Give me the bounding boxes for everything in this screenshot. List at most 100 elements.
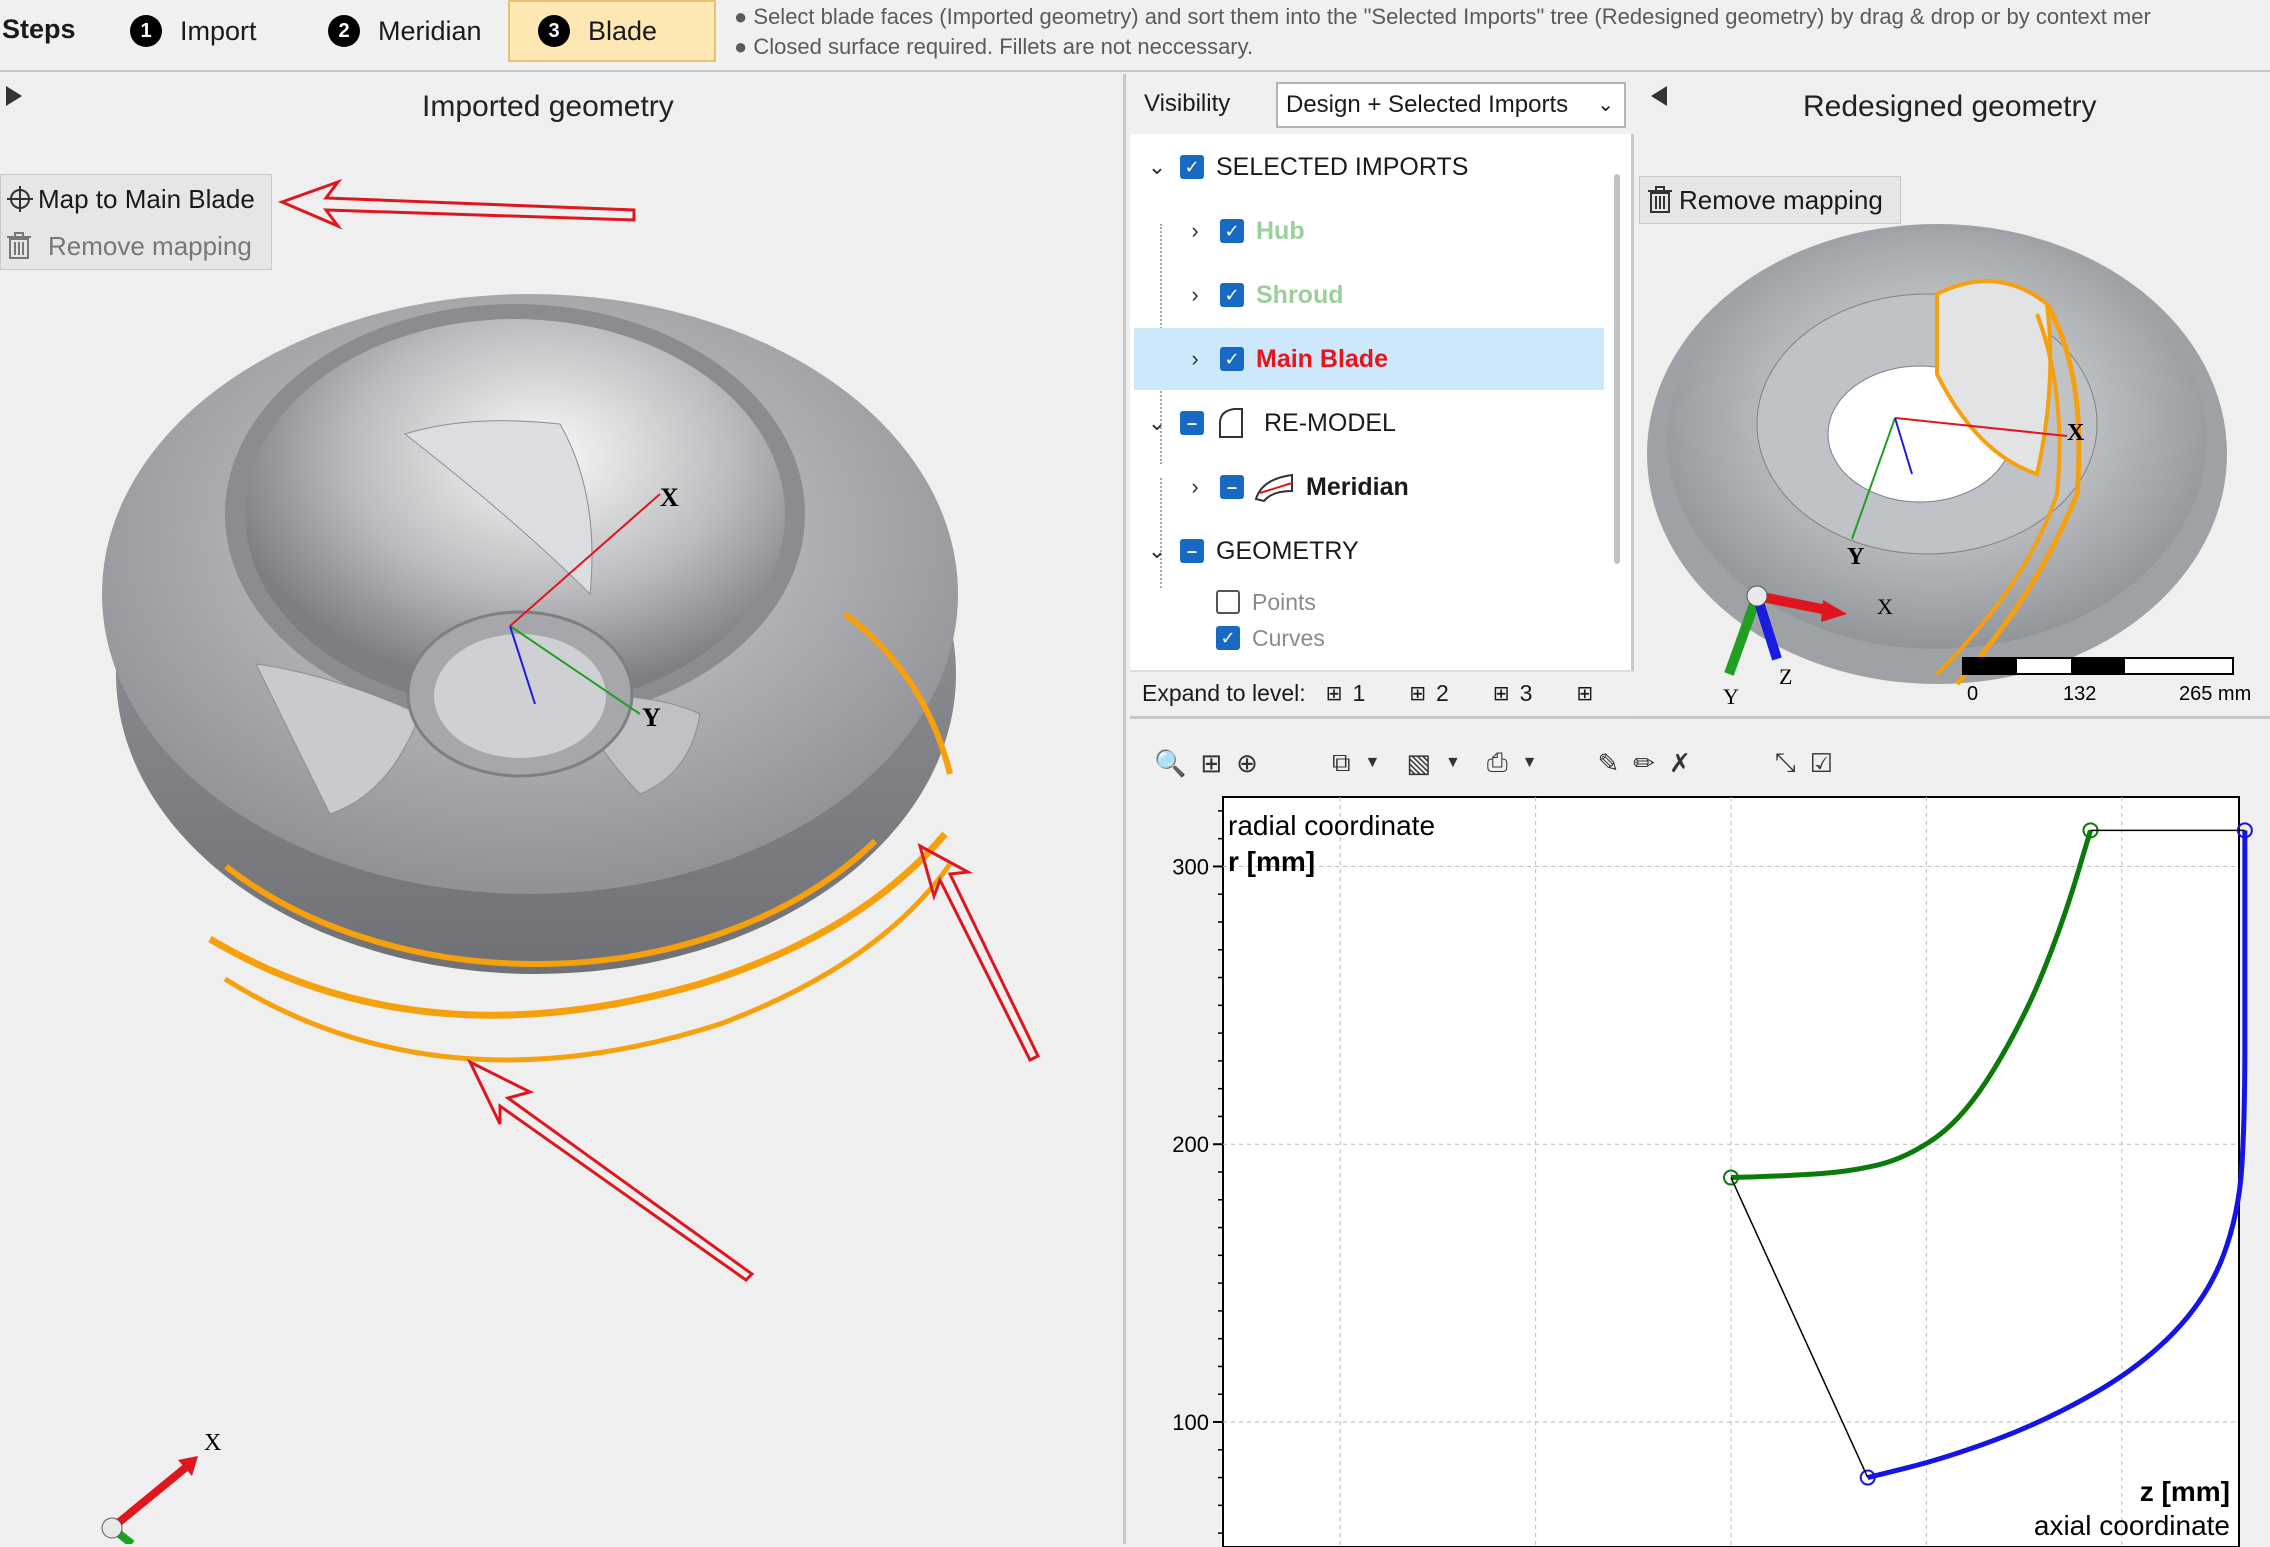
- save-icon[interactable]: ▧: [1406, 748, 1431, 779]
- hub-bore: [434, 634, 606, 758]
- axis-y-label: Y: [1847, 544, 1864, 570]
- expand-plus-icon[interactable]: ⊞: [1326, 681, 1343, 706]
- visibility-label: Visibility: [1144, 90, 1231, 117]
- step-number: 2: [328, 15, 360, 47]
- tree-item-label: Curves: [1252, 624, 1325, 651]
- chevron-right-icon[interactable]: ›: [1184, 346, 1206, 372]
- tree-item-label: SELECTED IMPORTS: [1216, 152, 1469, 181]
- model-tree-panel: Visibility Design + Selected Imports ⌄ ⌄…: [1130, 74, 1634, 714]
- step-label: Meridian: [378, 15, 482, 46]
- expand-all-icon[interactable]: ⊞: [1576, 681, 1593, 706]
- chevron-down-icon[interactable]: ⌄: [1146, 410, 1168, 436]
- y-ticks: 100 200 300: [1172, 810, 1223, 1534]
- tree-item-label: GEOMETRY: [1216, 536, 1359, 565]
- expand-label: Expand to level:: [1142, 679, 1306, 706]
- step-meridian[interactable]: 2 Meridian: [300, 0, 500, 62]
- redesigned-geometry-viewport[interactable]: X Y X Y Z 0 132 265 mm: [1637, 74, 2270, 714]
- checkbox-checked-icon[interactable]: ✓: [1216, 626, 1240, 650]
- tree-item-geometry[interactable]: ⌄ – GEOMETRY: [1130, 520, 1610, 582]
- meridian-chart[interactable]: 100 200 300 radial coordinate r [mm] z [mm…: [1130, 789, 2270, 1547]
- tree-item-label: Meridian: [1306, 472, 1409, 501]
- y-tick-label: 100: [1172, 1410, 1209, 1435]
- tree-item-label: RE-MODEL: [1264, 408, 1396, 437]
- zoom-icon[interactable]: 🔍: [1154, 748, 1186, 779]
- step-number: 3: [538, 15, 570, 47]
- tree-item-label: Shroud: [1256, 280, 1344, 309]
- tree-item-curves[interactable]: ✓ Curves: [1130, 620, 1610, 656]
- steps-label: Steps: [2, 14, 76, 44]
- triad-x-label: X: [204, 1430, 221, 1456]
- expand-level-3[interactable]: 3: [1520, 680, 1533, 707]
- tree-item-shroud[interactable]: › ✓ Shroud: [1130, 264, 1610, 326]
- checkbox-checked-icon[interactable]: ✓: [1220, 219, 1244, 243]
- triad-z-label: Z: [1779, 664, 1792, 689]
- checkbox-checked-icon[interactable]: ✓: [1180, 155, 1204, 179]
- redesigned-geometry-panel: Redesigned geometry Remove mapping X Y X: [1637, 74, 2270, 714]
- tree-item-label: Hub: [1256, 216, 1305, 245]
- crosshair-icon[interactable]: ⊕: [1236, 748, 1258, 779]
- chevron-down-icon[interactable]: ▼: [1522, 754, 1538, 772]
- step-import[interactable]: 1 Import: [102, 0, 282, 62]
- edit-icon[interactable]: ✎: [1597, 748, 1619, 779]
- triad-x-label: X: [1877, 594, 1893, 619]
- step-label: Import: [180, 15, 257, 46]
- checkbox-checked-icon[interactable]: ✓: [1220, 283, 1244, 307]
- chevron-down-icon[interactable]: ▼: [1445, 754, 1461, 772]
- chevron-down-icon[interactable]: ⌄: [1146, 154, 1168, 180]
- copy-icon[interactable]: ⧉: [1332, 747, 1351, 779]
- step-number: 1: [130, 15, 162, 47]
- checkbox-checked-icon[interactable]: ✓: [1220, 347, 1244, 371]
- chevron-right-icon[interactable]: ›: [1184, 218, 1206, 244]
- tree-item-re-model[interactable]: ⌄ – RE-MODEL: [1130, 392, 1610, 454]
- axis-x-label: X: [2067, 420, 2085, 446]
- scale-label-132: 132: [2063, 683, 2096, 705]
- checkbox-partial-icon[interactable]: –: [1180, 411, 1204, 435]
- tree-item-main-blade[interactable]: › ✓ Main Blade: [1134, 328, 1604, 390]
- chevron-down-icon[interactable]: ⌄: [1146, 538, 1168, 564]
- y-axis-label: r [mm]: [1228, 846, 1315, 877]
- instructions-hint: ● Select blade faces (Imported geometry)…: [734, 2, 2151, 62]
- checkbox-partial-icon[interactable]: –: [1180, 539, 1204, 563]
- arrow-annotation: [277, 178, 636, 230]
- y-tick-label: 200: [1172, 1132, 1209, 1157]
- checkbox-partial-icon[interactable]: –: [1220, 475, 1244, 499]
- print-icon[interactable]: ⎙: [1487, 747, 1508, 779]
- x-axis-caption: axial coordinate: [2034, 1510, 2230, 1541]
- step-label: Blade: [588, 15, 658, 46]
- expand-plus-icon[interactable]: ⊞: [1409, 681, 1426, 706]
- triad-origin: [1746, 585, 1768, 607]
- expand-level-row: Expand to level: ⊞ 1 ⊞ 2 ⊞ 3 ⊞: [1130, 670, 1634, 714]
- scale-bar-segment: [1963, 658, 2017, 674]
- checklist-icon[interactable]: ☑: [1810, 748, 1833, 779]
- imported-geometry-viewport[interactable]: X Y X: [0, 74, 1126, 1544]
- steps-bar: Steps 1 Import 2 Meridian 3 Blade ● Sele…: [0, 0, 2270, 72]
- arrow-annotation: [466, 1058, 755, 1282]
- chevron-right-icon[interactable]: ›: [1184, 474, 1206, 500]
- imported-geometry-panel: Imported geometry Map to Main Blade Remo…: [0, 74, 1126, 1544]
- visibility-dropdown[interactable]: Design + Selected Imports ⌄: [1276, 82, 1626, 128]
- tree-scrollbar[interactable]: [1614, 174, 1620, 564]
- chevron-right-icon[interactable]: ›: [1184, 282, 1206, 308]
- expand-level-1[interactable]: 1: [1352, 680, 1365, 707]
- chevron-down-icon: ⌄: [1597, 94, 1614, 116]
- expand-plus-icon[interactable]: ⊞: [1493, 681, 1510, 706]
- tree-item-hub[interactable]: › ✓ Hub: [1130, 200, 1610, 262]
- hint-line-2: ● Closed surface required. Fillets are n…: [734, 34, 1254, 59]
- axis-y-label: Y: [642, 703, 661, 732]
- chart-toolbar: 🔍 ⊞ ⊕ ⧉ ▼ ▧ ▼ ⎙ ▼ ✎ ✏ ✗ ⤡ ☑: [1154, 743, 1833, 783]
- tree-item-points[interactable]: Points: [1130, 584, 1610, 620]
- fit-arrows-icon[interactable]: ⤡: [1775, 747, 1796, 779]
- triad-x-axis: [109, 1460, 193, 1532]
- snap-icon[interactable]: ✗: [1669, 748, 1691, 779]
- expand-level-2[interactable]: 2: [1436, 680, 1449, 707]
- checkbox-unchecked-icon[interactable]: [1216, 590, 1240, 614]
- tree-item-meridian[interactable]: › – Meridian: [1130, 456, 1610, 518]
- scale-bar-segment: [2071, 658, 2125, 674]
- step-blade[interactable]: 3 Blade: [508, 0, 716, 62]
- fit-view-icon[interactable]: ⊞: [1200, 748, 1222, 779]
- edit-curve-icon[interactable]: ✏: [1633, 748, 1655, 779]
- chevron-down-icon[interactable]: ▼: [1365, 754, 1381, 772]
- visibility-row: Visibility Design + Selected Imports ⌄: [1130, 74, 1634, 134]
- visibility-value: Design + Selected Imports: [1286, 91, 1569, 118]
- tree-item-selected-imports[interactable]: ⌄ ✓ SELECTED IMPORTS: [1130, 136, 1610, 198]
